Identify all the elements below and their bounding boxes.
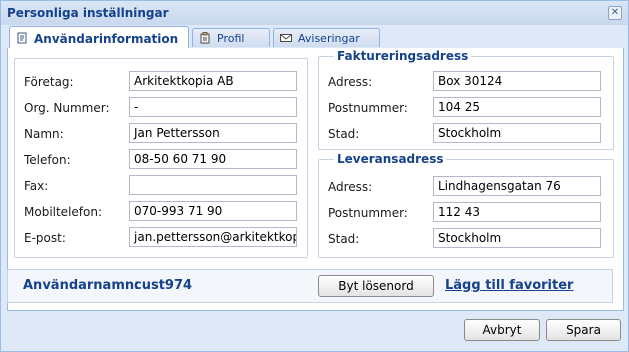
tab-label: Aviseringar [298, 32, 360, 45]
tab-label: Profil [217, 32, 245, 45]
tab-notifications[interactable]: Aviseringar [273, 28, 380, 47]
email-field[interactable]: jan.pettersson@arkitektkopia.se [129, 227, 297, 247]
mobile-field[interactable]: 070-993 71 90 [129, 201, 297, 221]
change-password-button[interactable]: Byt lösenord [318, 275, 434, 297]
billing-zip-label: Postnummer: [328, 101, 408, 115]
delivery-address-label: Adress: [328, 180, 373, 194]
tab-label: Användarinformation [34, 32, 179, 46]
username-value: cust974 [134, 278, 193, 293]
cancel-button[interactable]: Avbryt [464, 319, 540, 341]
phone-label: Telefon: [24, 153, 71, 167]
billing-legend: Faktureringsadress [334, 49, 472, 63]
phone-field[interactable]: 08-50 60 71 90 [129, 149, 297, 169]
close-icon[interactable]: ✕ [608, 6, 622, 20]
tab-strip: Användarinformation Profil Aviseringar [7, 26, 622, 49]
add-favorites-link[interactable]: Lägg till favoriter [445, 278, 573, 293]
company-field[interactable]: Arkitektkopia AB [129, 71, 297, 91]
tab-user-information[interactable]: Användarinformation [9, 26, 189, 49]
fax-label: Fax: [24, 179, 49, 193]
delivery-address-fieldset: Leveransadress Adress: Lindhagensgatan 7… [318, 152, 614, 258]
delivery-zip-field[interactable]: 112 43 [433, 202, 601, 222]
org-number-field[interactable]: - [129, 97, 297, 117]
delivery-zip-label: Postnummer: [328, 206, 408, 220]
user-info-icon [17, 32, 27, 44]
delivery-city-label: Stad: [328, 232, 360, 246]
org-number-label: Org. Nummer: [24, 101, 110, 115]
name-field[interactable]: Jan Pettersson [129, 123, 297, 143]
mobile-label: Mobiltelefon: [24, 205, 102, 219]
billing-address-fieldset: Faktureringsadress Adress: Box 30124 Pos… [318, 49, 614, 150]
company-label: Företag: [24, 75, 74, 89]
tab-profile[interactable]: Profil [192, 28, 270, 47]
billing-zip-field[interactable]: 104 25 [433, 97, 601, 117]
billing-address-field[interactable]: Box 30124 [433, 71, 601, 91]
save-button[interactable]: Spara [546, 319, 621, 341]
email-label: E-post: [24, 231, 66, 245]
username-bar: Användarnamn: cust974 Byt lösenord Lägg … [7, 269, 613, 303]
settings-dialog: Personliga inställningar ✕ Användarinfor… [0, 0, 629, 352]
profile-icon [200, 32, 210, 44]
dialog-titlebar[interactable]: Personliga inställningar ✕ [1, 1, 628, 25]
dialog-title: Personliga inställningar [7, 6, 169, 20]
username-label: Användarnamn: [23, 278, 140, 293]
billing-city-field[interactable]: Stockholm [433, 123, 601, 143]
billing-city-label: Stad: [328, 127, 360, 141]
billing-address-label: Adress: [328, 75, 373, 89]
name-label: Namn: [24, 127, 64, 141]
envelope-icon [280, 34, 292, 42]
delivery-address-field[interactable]: Lindhagensgatan 76 [433, 176, 601, 196]
delivery-city-field[interactable]: Stockholm [433, 228, 601, 248]
personal-info-fieldset: Företag: Arkitektkopia AB Org. Nummer: -… [14, 58, 308, 258]
fax-field[interactable] [129, 175, 297, 195]
delivery-legend: Leveransadress [334, 152, 447, 166]
